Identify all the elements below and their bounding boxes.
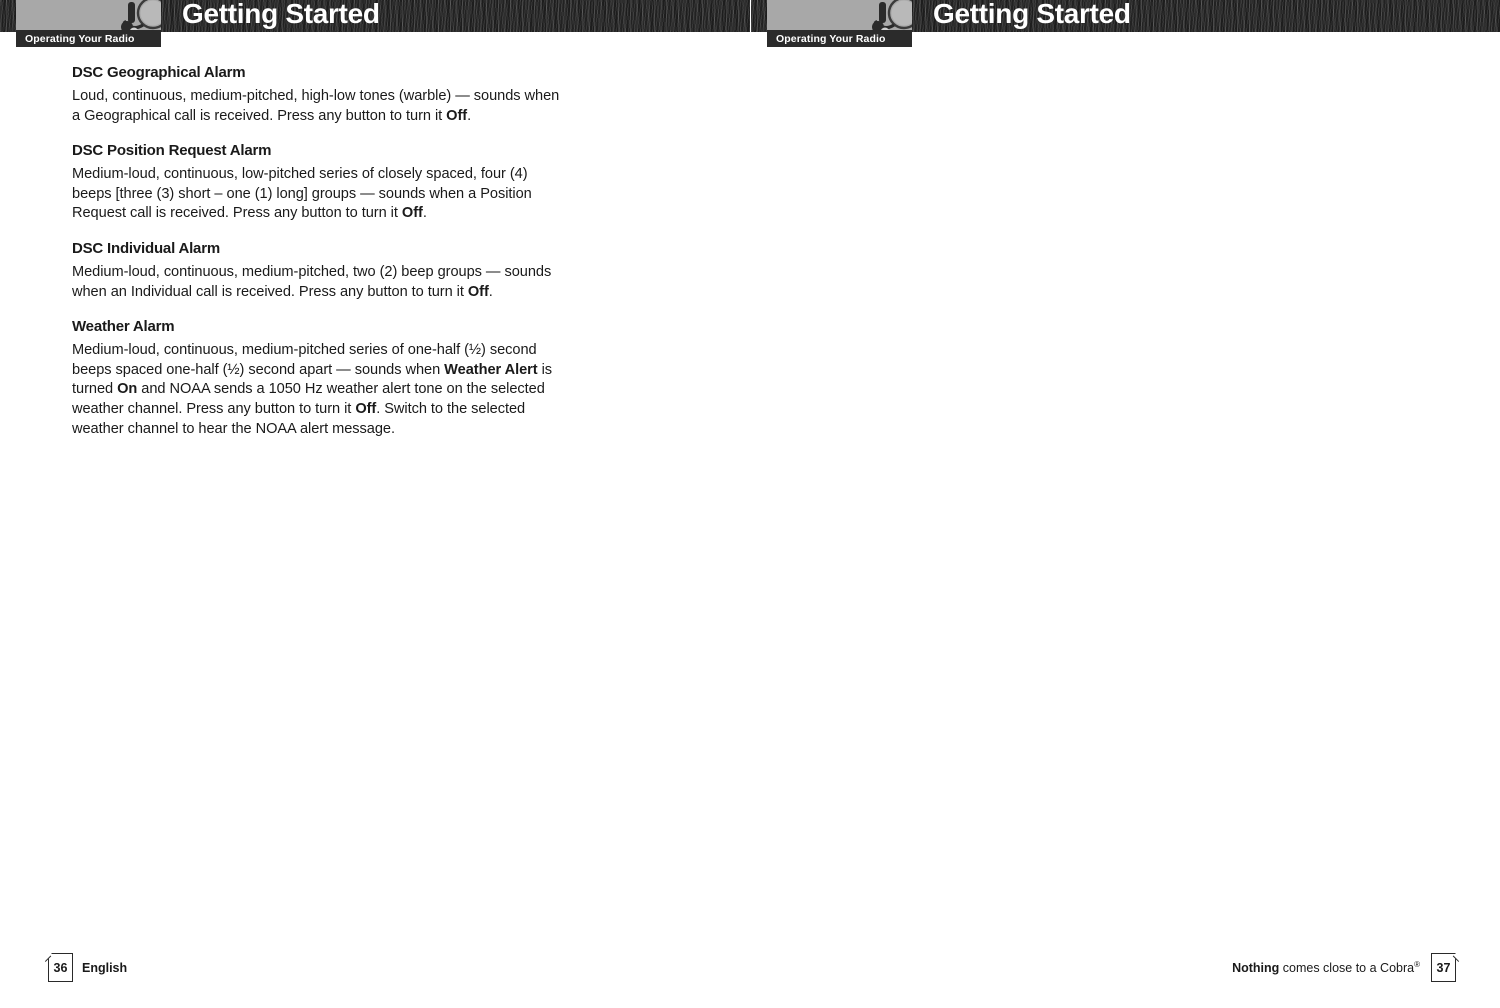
paragraph-dsc-geographical-alarm: Loud, continuous, medium-pitched, high-l… [72,88,560,124]
footer-tagline-rest: comes close to a Cobra [1279,961,1415,976]
heading-dsc-individual-alarm: DSC Individual Alarm [72,239,220,257]
left-page-header: Getting Started Operating Your Radio [0,0,750,47]
heading-dsc-geographical-alarm: DSC Geographical Alarm [72,64,246,81]
section-tab: Operating Your Radio [16,30,161,47]
paragraph-dsc-position-request-alarm: Medium-loud, continuous, low-pitched ser… [72,166,532,222]
paragraph-dsc-individual-alarm: Medium-loud, continuous, medium-pitched,… [72,263,552,300]
section-tab: Operating Your Radio [767,30,912,47]
header-gray-panel [767,0,912,32]
page-number-icon: 36 [47,952,73,982]
page-spread: Getting Started Operating Your Radio DSC… [0,0,1500,1008]
page-title: Getting Started [933,0,1131,29]
page-title: Getting Started [182,0,380,29]
footer-language-label: English [82,960,128,975]
right-page-header: Getting Started Operating Your Radio [751,0,1500,47]
right-page-footer: Nothing comes close to a Cobra® 37 [1232,953,1456,982]
left-page: Getting Started Operating Your Radio DSC… [0,0,750,1008]
right-page: Getting Started Operating Your Radio Pow… [750,0,1500,1008]
heading-weather-alarm: Weather Alarm [72,318,175,336]
microphone-icon [121,0,161,32]
registered-mark: ® [1414,959,1420,969]
footer-tagline-bold: Nothing [1232,961,1280,976]
footer-tagline: Nothing comes close to a Cobra® [1232,960,1420,975]
page-number: 37 [1436,960,1451,975]
paragraph-weather-alarm: Medium-loud, continuous, medium-pitched … [72,342,553,437]
left-page-footer: 36 English [47,952,128,982]
microphone-icon [872,0,912,32]
heading-dsc-position-request-alarm: DSC Position Request Alarm [72,142,272,160]
left-column-content: DSC Geographical Alarm Loud, continuous,… [72,64,562,455]
page-number: 36 [53,960,68,975]
header-gray-panel [16,0,161,32]
page-number-icon: 37 [1431,953,1456,982]
